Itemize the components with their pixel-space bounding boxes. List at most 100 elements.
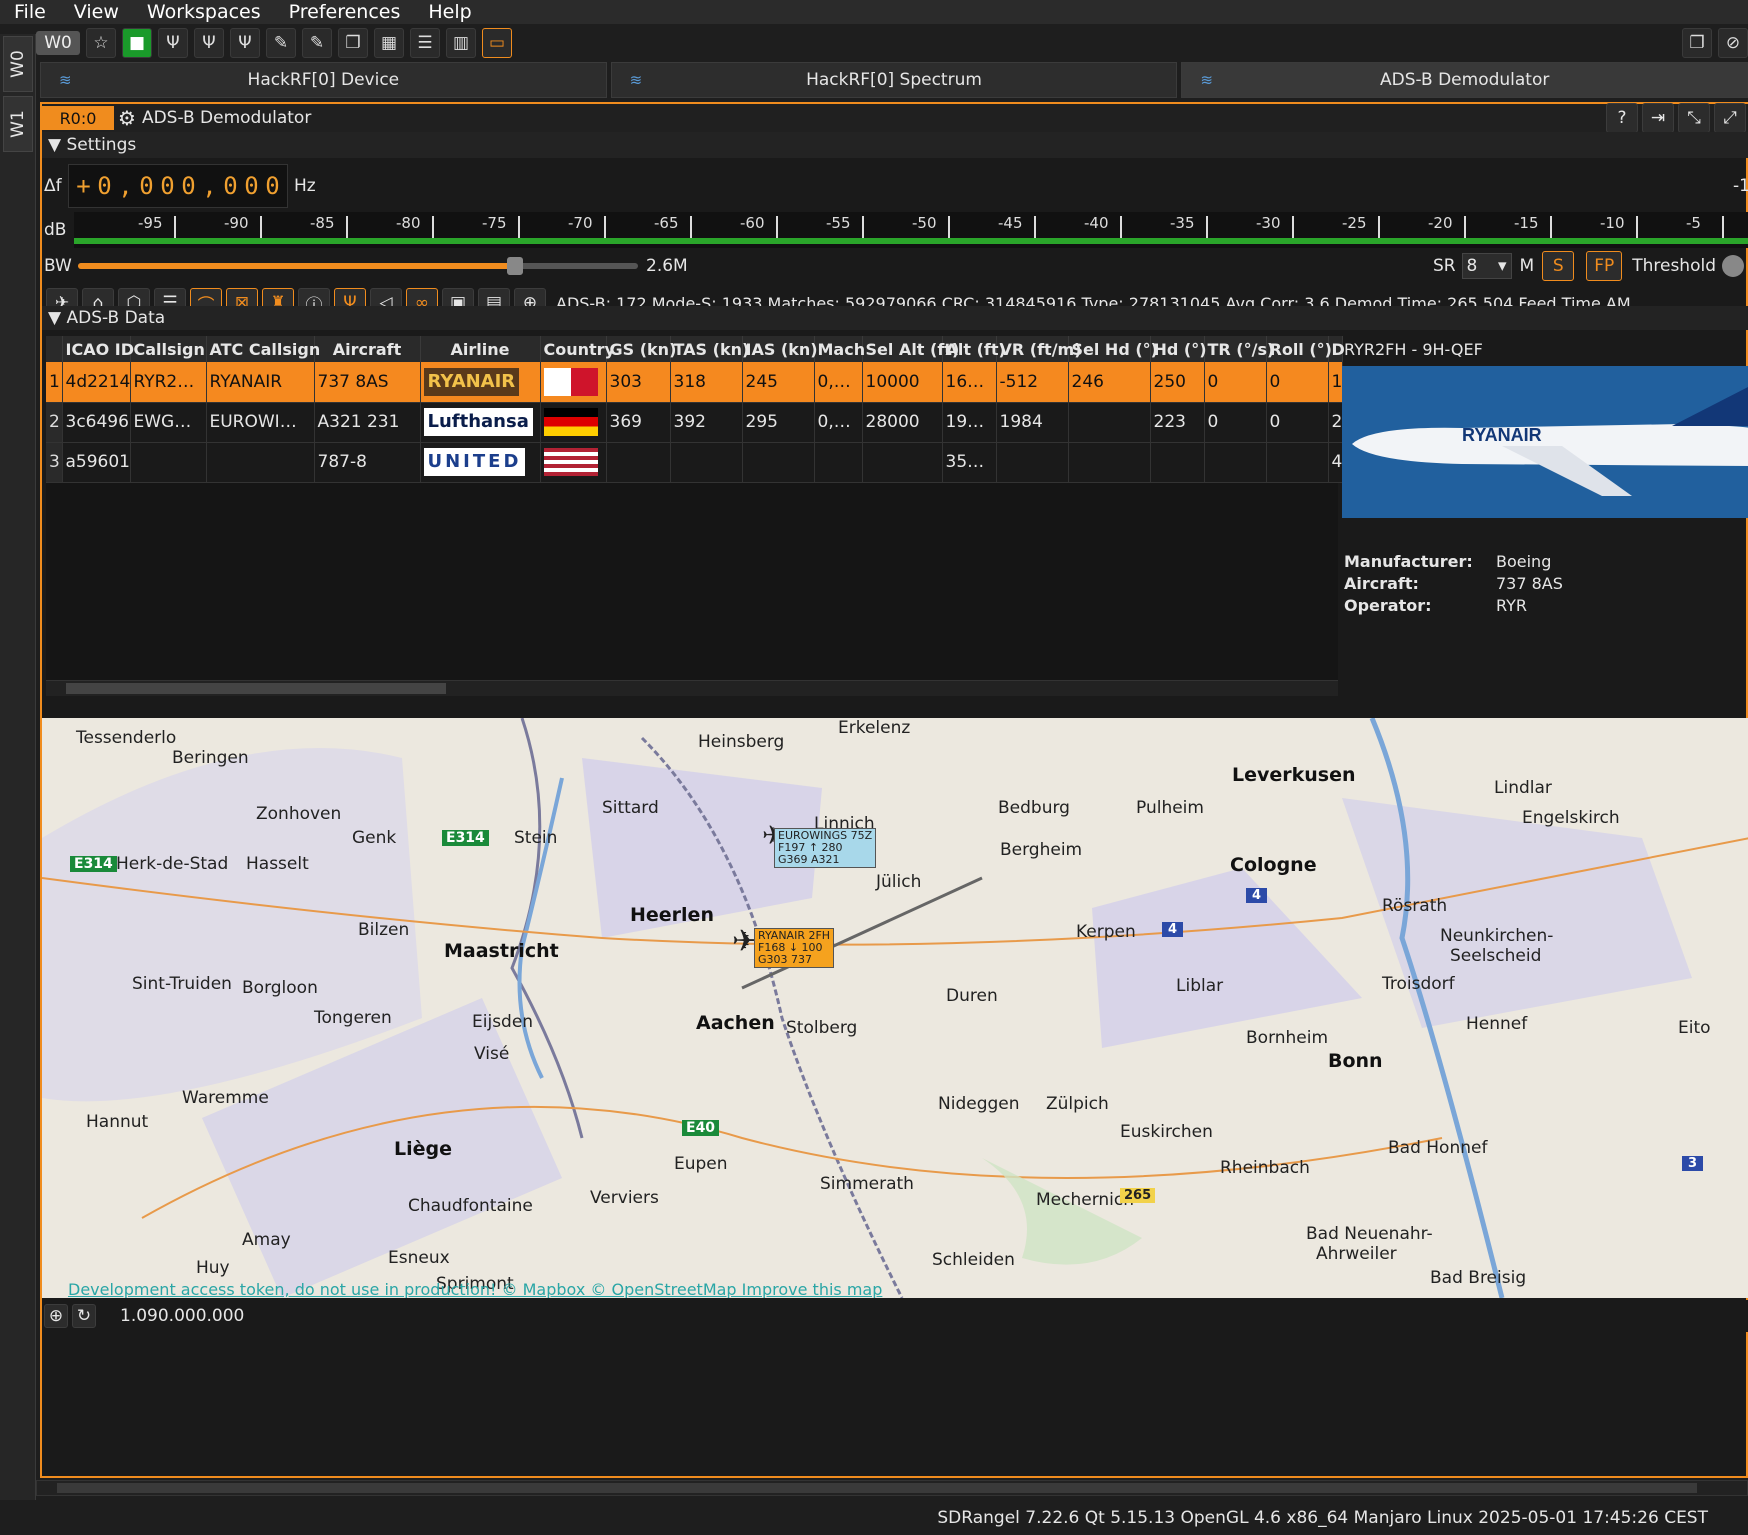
map-place-label: Esneux	[388, 1248, 450, 1268]
col-country[interactable]: Country	[540, 336, 615, 362]
adsb-data-section[interactable]: ▼ ADS-B Data	[42, 306, 1748, 330]
workspace-button[interactable]: W0	[36, 31, 80, 55]
menu-bar: File View Workspaces Preferences Help	[0, 0, 1748, 24]
map-view[interactable]: Tessenderlo Beringen Heinsberg Erkelenz Leve…	[42, 718, 1748, 1298]
menu-help[interactable]: Help	[414, 1, 485, 23]
col-alt[interactable]: Alt (ft)	[942, 336, 1006, 362]
eurowings-label[interactable]: EUROWINGS 75Z F197 ↑ 280 G369 A321	[774, 828, 877, 868]
db-label: dB	[44, 220, 67, 240]
road-badge: 4	[1246, 888, 1268, 903]
star-icon[interactable]: ☆	[86, 28, 116, 58]
col-ias[interactable]: IAS (kn)	[742, 336, 818, 362]
maximize-icon[interactable]: ⤢	[1714, 103, 1746, 133]
col-gs[interactable]: GS (kn)	[606, 336, 676, 362]
map-place-label: Heinsberg	[698, 732, 785, 752]
menu-preferences[interactable]: Preferences	[275, 1, 415, 23]
table-row[interactable]: 3 a59601 787-8 UNITED 35… 4	[46, 442, 1343, 483]
db-tick-label: -25	[1342, 214, 1367, 232]
s-toggle[interactable]: S	[1542, 251, 1575, 281]
col-hd[interactable]: Hd (°)	[1150, 336, 1207, 362]
tile-icon[interactable]: ▦	[374, 28, 404, 58]
hide-icon[interactable]: ⊘	[1718, 28, 1748, 58]
add-icon[interactable]: ⊕	[44, 1304, 68, 1328]
col-tas[interactable]: TAS (kn)	[670, 336, 749, 362]
col-tr[interactable]: TR (°/s)	[1204, 336, 1274, 362]
db-tick-label: -5	[1686, 214, 1701, 232]
table-row[interactable]: 1 4d2214 RYR2… RYANAIR 737 8AS RYANAIR 3…	[46, 362, 1343, 403]
col-callsign[interactable]: Callsign	[130, 336, 207, 362]
road-badge: 4	[1162, 922, 1184, 937]
gear-icon[interactable]: ⚙	[118, 106, 136, 130]
add-tx-icon[interactable]: Ψ	[194, 28, 224, 58]
db-scale-row: dB -95 -90 -85 -80 -75 -70 -65 -60 -55 -50 -45 -40-…	[42, 212, 1748, 248]
col-roll[interactable]: Roll (°)	[1266, 336, 1332, 362]
menu-workspaces[interactable]: Workspaces	[133, 1, 275, 23]
adsb-channel-window: R0:0 ⚙ ADS-B Demodulator ? ⇥ ⤡ ⤢ ▼ Setti…	[40, 102, 1748, 1478]
col-icao[interactable]: ICAO ID	[62, 336, 134, 362]
ryanair-livery-text: RYANAIR	[1462, 425, 1542, 445]
menu-file[interactable]: File	[0, 1, 60, 23]
stack-icon[interactable]: ☰	[410, 28, 440, 58]
feature-settings-icon[interactable]: ✎	[302, 28, 332, 58]
map-place-label: Leverkusen	[1232, 764, 1356, 786]
table-scrollbar[interactable]	[46, 680, 1338, 696]
stack-vertical-icon[interactable]: ▥	[446, 28, 476, 58]
sr-select[interactable]: 8 ▾	[1461, 253, 1512, 279]
col-airline[interactable]: Airline	[420, 336, 541, 362]
map-place-label: Bilzen	[358, 920, 410, 940]
bw-value: 2.6M	[646, 256, 688, 276]
delta-f-right: -1	[1733, 176, 1748, 196]
menu-view[interactable]: View	[60, 1, 133, 23]
united-logo: UNITED	[423, 448, 526, 476]
col-atc-callsign[interactable]: ATC Callsign	[206, 336, 320, 362]
road-badge: E314	[442, 830, 489, 846]
settings-section[interactable]: ▼ Settings	[42, 132, 1748, 158]
add-rx-icon[interactable]: Ψ	[158, 28, 188, 58]
threshold-dial[interactable]	[1722, 255, 1744, 277]
map-place-label: Hennef	[1466, 1014, 1528, 1034]
db-tick-label: -50	[912, 214, 937, 232]
corner-cell	[46, 336, 63, 362]
help-icon[interactable]: ?	[1606, 103, 1638, 133]
db-tick-label: -90	[224, 214, 249, 232]
map-place-label: Schleiden	[932, 1250, 1015, 1270]
sr-unit: M	[1519, 256, 1535, 276]
col-sel-hd[interactable]: Sel Hd (°)	[1068, 336, 1158, 362]
workspace-tabs: W0 W1	[0, 34, 36, 1534]
stop-icon[interactable]: ■	[122, 28, 152, 58]
undock-icon[interactable]: ❐	[1682, 28, 1712, 58]
tab-adsb-demodulator[interactable]: ≋ ADS-B Demodulator	[1181, 62, 1748, 98]
table-row[interactable]: 2 3c6496 EWG… EUROWI… A321 231 Lufthansa…	[46, 402, 1343, 443]
col-vr[interactable]: VR (ft/m)	[996, 336, 1082, 362]
db-tick-label: -55	[826, 214, 851, 232]
map-place-label: Eijsden	[472, 1012, 534, 1032]
refresh-icon[interactable]: ↻	[72, 1304, 96, 1328]
col-aircraft[interactable]: Aircraft	[314, 336, 421, 362]
db-tick-label: -95	[138, 214, 163, 232]
tab-hackrf-device[interactable]: ≋ HackRF[0] Device	[40, 62, 607, 98]
map-attribution[interactable]: Development access token, do not use in …	[68, 1280, 882, 1298]
workspace-tab-w1[interactable]: W1	[3, 96, 33, 152]
channel-index[interactable]: R0:0	[42, 106, 114, 130]
db-tick-label: -65	[654, 214, 679, 232]
col-sel-alt[interactable]: Sel Alt (ft)	[862, 336, 959, 362]
workspace-scrollbar[interactable]	[36, 1480, 1748, 1496]
add-feature-icon[interactable]: ✎	[266, 28, 296, 58]
cascade-icon[interactable]: ❐	[338, 28, 368, 58]
workspace-tab-w0[interactable]: W0	[3, 36, 33, 92]
add-mimo-icon[interactable]: Ψ	[230, 28, 260, 58]
fp-toggle[interactable]: FP	[1586, 251, 1623, 281]
autostack-icon[interactable]: ▭	[482, 28, 512, 58]
bw-slider[interactable]	[78, 257, 638, 275]
shrink-icon[interactable]: ⤡	[1678, 103, 1710, 133]
tab-hackrf-spectrum[interactable]: ≋ HackRF[0] Spectrum	[610, 62, 1178, 98]
move-icon[interactable]: ⇥	[1642, 103, 1674, 133]
map-place-label: Lindlar	[1494, 778, 1552, 798]
col-mach[interactable]: Mach	[814, 336, 865, 362]
ryanair-label[interactable]: RYANAIR 2FH F168 ↓ 100 G303 737	[754, 928, 835, 968]
operator-value: RYR	[1496, 596, 1527, 615]
map-place-label: Waremme	[182, 1088, 269, 1108]
map-place-label: Eupen	[674, 1154, 728, 1174]
frequency-offset-dial[interactable]: +0, 0 0 0, 0 0 0	[68, 164, 288, 208]
map-place-label: Hasselt	[246, 854, 309, 874]
